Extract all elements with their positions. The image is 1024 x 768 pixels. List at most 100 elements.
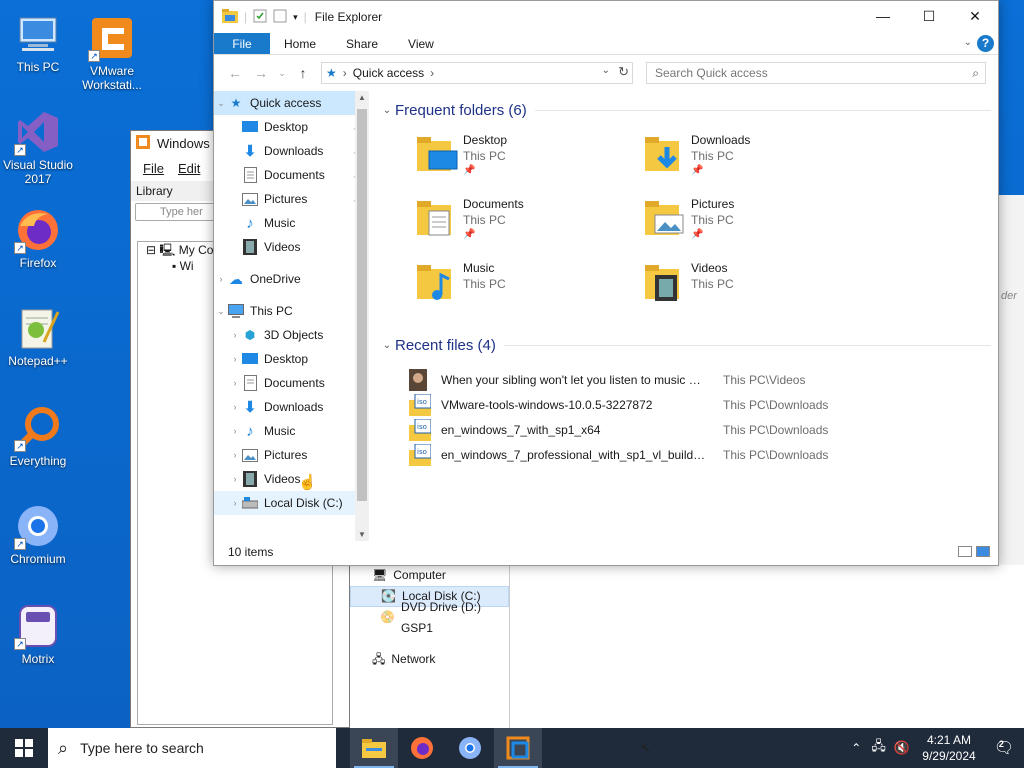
desktop-icon-chromium[interactable]: ↗ Chromium bbox=[0, 502, 76, 566]
folder-tile-documents[interactable]: Documents This PC 📌 bbox=[415, 195, 635, 251]
details-view-icon[interactable] bbox=[958, 546, 972, 557]
chevron-down-icon[interactable]: ⌄ bbox=[379, 105, 395, 116]
document-icon bbox=[242, 167, 258, 183]
menu-file[interactable]: File bbox=[143, 161, 164, 176]
content-pane: ⌄ Frequent folders (6) Desktop This PC 📌… bbox=[379, 91, 994, 541]
tab-share[interactable]: Share bbox=[331, 33, 393, 54]
taskbar-firefox[interactable] bbox=[398, 728, 446, 768]
pin-icon: 📌 bbox=[463, 165, 476, 176]
nav-item-documents[interactable]: Documents📌 bbox=[214, 163, 369, 187]
disk-icon: 💽 bbox=[381, 589, 396, 603]
tab-view[interactable]: View bbox=[393, 33, 449, 54]
nav-item-downloads[interactable]: › ⬇ Downloads bbox=[214, 395, 369, 419]
folder-tile-downloads[interactable]: Downloads This PC 📌 bbox=[643, 131, 863, 187]
breadcrumb-separator-icon[interactable]: › bbox=[430, 66, 434, 80]
refresh-icon[interactable]: ↻ bbox=[618, 64, 629, 80]
desktop-icon-this-pc[interactable]: This PC bbox=[0, 10, 76, 74]
ribbon: File Home Share View ⌄ ? bbox=[214, 33, 998, 55]
nav-item-pictures[interactable]: › Pictures bbox=[214, 443, 369, 467]
desktop-icon-vmware[interactable]: ↗ VMware Workstati... bbox=[74, 14, 150, 92]
maximize-button[interactable]: ☐ bbox=[906, 1, 952, 31]
scroll-up-arrow-icon[interactable]: ▲ bbox=[355, 93, 369, 102]
nav-item-dvd-drive[interactable]: 📀 DVD Drive (D:) GSP1 bbox=[350, 600, 509, 635]
volume-muted-icon[interactable]: 🔇 bbox=[890, 740, 914, 756]
nav-item-pictures[interactable]: Pictures📌 bbox=[214, 187, 369, 211]
address-dropdown-icon[interactable]: ⌄ bbox=[602, 65, 610, 76]
folder-tile-desktop[interactable]: Desktop This PC 📌 bbox=[415, 131, 635, 187]
properties-icon[interactable] bbox=[253, 9, 267, 26]
desktop-icon-everything[interactable]: ↗ Everything bbox=[0, 404, 76, 468]
desktop-icon-motrix[interactable]: ↗ Motrix bbox=[0, 602, 76, 666]
recent-locations-icon[interactable]: ⌄ bbox=[276, 68, 288, 79]
desktop-icon-notepad-plus-plus[interactable]: Notepad++ bbox=[0, 304, 76, 368]
show-hidden-icons-chevron-icon[interactable]: ⌃ bbox=[845, 741, 867, 755]
recent-file-row[interactable]: iso en_windows_7_with_sp1_x64 This PC\Do… bbox=[409, 417, 989, 442]
recent-file-row[interactable]: iso en_windows_7_professional_with_sp1_v… bbox=[409, 442, 989, 467]
menu-edit[interactable]: Edit bbox=[178, 161, 200, 176]
nav-item-videos[interactable]: Videos bbox=[214, 235, 369, 259]
taskbar-chromium[interactable] bbox=[446, 728, 494, 768]
desktop-icon-visual-studio[interactable]: ↗ Visual Studio 2017 bbox=[0, 108, 76, 186]
search-input[interactable]: Search Quick access ⌕ bbox=[646, 62, 986, 84]
nav-item-documents[interactable]: › Documents bbox=[214, 371, 369, 395]
scroll-down-arrow-icon[interactable]: ▼ bbox=[355, 530, 369, 539]
breadcrumb-quick-access[interactable]: Quick access bbox=[353, 66, 424, 80]
nav-item-desktop[interactable]: Desktop📌 bbox=[214, 115, 369, 139]
nav-item-music[interactable]: › ♪ Music bbox=[214, 419, 369, 443]
nav-item-desktop[interactable]: › Desktop bbox=[214, 347, 369, 371]
taskbar-vmware[interactable] bbox=[494, 728, 542, 768]
pin-icon: 📌 bbox=[691, 165, 704, 176]
chevron-right-icon[interactable]: › bbox=[214, 274, 228, 284]
desktop-icon-label: Notepad++ bbox=[8, 354, 68, 368]
nav-this-pc[interactable]: ⌄ This PC bbox=[214, 299, 369, 323]
nav-item-local-disk[interactable]: › Local Disk (C:) bbox=[214, 491, 369, 515]
up-button[interactable]: ↑ bbox=[292, 65, 314, 81]
nav-item-downloads[interactable]: ⬇ Downloads📌 bbox=[214, 139, 369, 163]
nav-scrollbar[interactable]: ▲ ▼ bbox=[355, 91, 369, 541]
nav-item-videos[interactable]: › Videos ☝ bbox=[214, 467, 369, 491]
minimize-button[interactable]: — bbox=[860, 1, 906, 31]
nav-item-music[interactable]: ♪ Music bbox=[214, 211, 369, 235]
back-button[interactable]: ← bbox=[224, 65, 246, 81]
close-button[interactable]: ✕ bbox=[952, 1, 998, 31]
frequent-folders-header[interactable]: ⌄ Frequent folders (6) bbox=[379, 99, 991, 121]
scrollbar-thumb[interactable] bbox=[357, 109, 367, 501]
recent-file-row[interactable]: iso VMware-tools-windows-10.0.5-3227872 … bbox=[409, 392, 989, 417]
tab-home[interactable]: Home bbox=[270, 33, 331, 54]
firefox-icon bbox=[411, 737, 433, 759]
taskbar-file-explorer[interactable] bbox=[350, 728, 398, 768]
chevron-down-icon[interactable]: ⌄ bbox=[214, 306, 228, 317]
start-button[interactable] bbox=[0, 728, 48, 768]
download-arrow-icon: ⬇ bbox=[243, 399, 257, 416]
chevron-down-icon[interactable]: ⌄ bbox=[214, 98, 228, 109]
nav-item-computer[interactable]: 🖥 Computer bbox=[350, 565, 509, 586]
new-folder-icon[interactable] bbox=[273, 9, 287, 26]
nav-quick-access[interactable]: ⌄ ★ Quick access bbox=[214, 91, 369, 115]
titlebar[interactable]: | ▾ | File Explorer — ☐ ✕ bbox=[214, 1, 998, 33]
folder-tile-videos[interactable]: Videos This PC bbox=[643, 259, 863, 315]
taskbar-search-box[interactable]: ⌕ Type here to search bbox=[48, 728, 336, 768]
forward-button[interactable]: → bbox=[250, 65, 272, 81]
taskbar-search-placeholder: Type here to search bbox=[80, 740, 204, 756]
network-icon[interactable]: 🖧 bbox=[867, 737, 890, 759]
ribbon-expand-icon[interactable]: ⌄ bbox=[964, 37, 972, 48]
background-window-title: Windows bbox=[157, 135, 210, 151]
mouse-cursor-icon: ↖ bbox=[640, 740, 652, 756]
desktop-icon-firefox[interactable]: ↗ Firefox bbox=[0, 206, 76, 270]
folder-tile-music[interactable]: Music This PC bbox=[415, 259, 635, 315]
chevron-down-icon[interactable]: ⌄ bbox=[379, 340, 395, 351]
tab-file[interactable]: File bbox=[214, 33, 270, 54]
clock[interactable]: 4:21 AM 9/29/2024 bbox=[914, 732, 984, 764]
help-button[interactable]: ? bbox=[977, 35, 994, 52]
folder-tile-pictures[interactable]: Pictures This PC 📌 bbox=[643, 195, 863, 251]
file-explorer-window[interactable]: | ▾ | File Explorer — ☐ ✕ File Home Shar… bbox=[213, 0, 999, 566]
large-icons-view-icon[interactable] bbox=[976, 546, 990, 557]
recent-files-header[interactable]: ⌄ Recent files (4) bbox=[379, 334, 991, 356]
notification-center-button[interactable]: 🗨 2 bbox=[984, 728, 1024, 768]
address-bar[interactable]: ★ › Quick access › ⌄ ↻ bbox=[321, 62, 633, 84]
nav-onedrive[interactable]: › ☁ OneDrive bbox=[214, 267, 369, 291]
customize-toolbar-icon[interactable]: ▾ bbox=[293, 12, 298, 23]
recent-file-row[interactable]: When your sibling won't let you listen t… bbox=[409, 367, 989, 392]
nav-item-3d-objects[interactable]: › ⬢ 3D Objects bbox=[214, 323, 369, 347]
nav-item-network[interactable]: 🖧 Network bbox=[350, 649, 509, 670]
